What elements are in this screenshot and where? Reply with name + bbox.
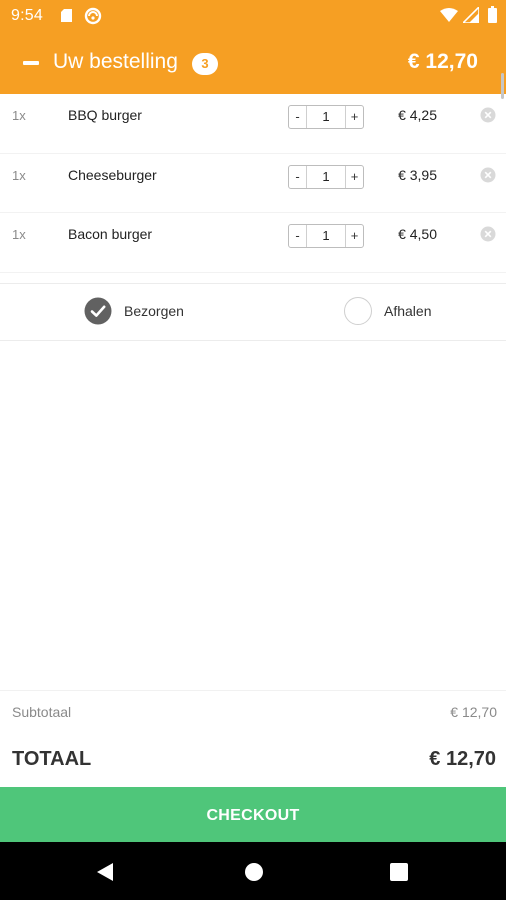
item-count-badge: 3 [192,53,218,75]
item-price: € 3,95 [398,166,437,183]
cart-item: 1x Cheeseburger - 1 + € 3,95 [0,154,506,213]
quantity-value[interactable]: 1 [307,166,345,188]
item-name: Cheeseburger [68,166,157,183]
sync-icon [84,7,102,25]
increase-button[interactable]: + [345,165,363,188]
total-value: € 12,70 [429,748,496,770]
option-label: Afhalen [384,303,432,319]
item-price: € 4,50 [398,226,437,242]
decrease-button[interactable]: - [289,225,307,247]
item-price: € 4,25 [398,107,437,123]
back-icon[interactable] [96,862,114,882]
page-title: Uw bestelling [53,50,178,73]
checked-radio-icon [84,297,112,325]
checkout-button[interactable]: CHECKOUT [0,787,506,842]
home-icon[interactable] [244,862,264,882]
order-header: Uw bestelling 3 € 12,70 [0,32,506,94]
recents-icon[interactable] [390,863,408,881]
item-name: BBQ burger [68,107,142,123]
quantity-value[interactable]: 1 [307,106,345,128]
total-label: TOTAAL [12,748,92,770]
subtotal-label: Subtotaal [12,704,72,720]
status-bar: 9:54 [0,0,506,32]
quantity-value[interactable]: 1 [307,225,345,247]
quantity-stepper: - 1 + [288,224,364,248]
option-label: Bezorgen [124,303,184,319]
cart-item: 1x BBQ burger - 1 + € 4,25 [0,94,506,154]
decrease-button[interactable]: - [289,165,307,188]
system-nav-bar [0,842,506,900]
delivery-method-selector: Bezorgen Afhalen [0,283,506,341]
option-bezorgen[interactable]: Bezorgen [84,284,244,340]
header-total: € 12,70 [407,50,478,73]
increase-button[interactable]: + [345,106,363,128]
divider [0,690,506,691]
item-name: Bacon burger [68,226,153,242]
cart-item-list: 1x BBQ burger - 1 + € 4,25 1x Cheeseburg… [0,94,506,273]
item-qty-label: 1x [12,227,26,242]
quantity-stepper: - 1 + [288,105,364,129]
signal-icon [463,7,479,23]
status-time: 9:54 [11,7,43,24]
item-qty-label: 1x [12,108,26,123]
remove-item-icon[interactable] [480,167,496,183]
wifi-icon [440,8,458,22]
quantity-stepper: - 1 + [288,164,364,189]
sd-card-icon [61,9,72,22]
minus-icon [23,61,39,65]
unchecked-radio-icon [344,297,372,325]
cart-item: 1x Bacon burger - 1 + € 4,50 [0,213,506,273]
option-afhalen[interactable]: Afhalen [344,284,474,340]
subtotal-value: € 12,70 [450,704,497,720]
collapse-button[interactable] [20,53,42,73]
decrease-button[interactable]: - [289,106,307,128]
battery-icon [488,6,497,23]
increase-button[interactable]: + [345,225,363,247]
item-qty-label: 1x [12,167,26,183]
remove-item-icon[interactable] [480,226,496,242]
remove-item-icon[interactable] [480,107,496,123]
